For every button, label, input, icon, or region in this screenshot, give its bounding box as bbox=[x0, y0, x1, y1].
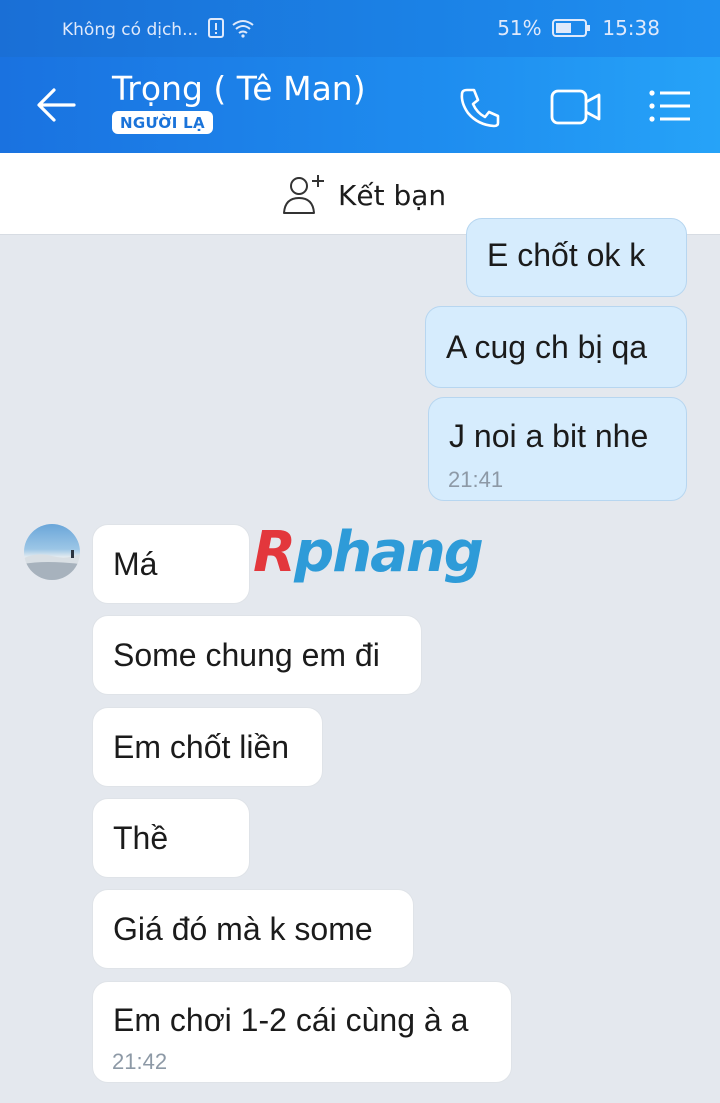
message-bubble-incoming[interactable]: Thề bbox=[92, 798, 250, 878]
battery-icon bbox=[552, 19, 590, 37]
add-friend-label: Kết bạn bbox=[338, 178, 447, 212]
add-friend-button[interactable]: Kết bạn bbox=[282, 173, 446, 217]
message-bubble-incoming[interactable]: Má bbox=[92, 524, 250, 604]
message-timestamp: 21:41 bbox=[448, 467, 504, 492]
message-bubble-incoming[interactable]: Giá đó mà k some bbox=[92, 889, 414, 969]
carrier-text: Không có dịch... bbox=[62, 20, 199, 40]
message-timestamp: 21:42 bbox=[112, 1049, 168, 1074]
clock: 15:38 bbox=[602, 16, 660, 40]
sim-alert-icon bbox=[207, 18, 224, 38]
landscape-photo bbox=[24, 550, 80, 580]
wifi-icon bbox=[232, 20, 254, 38]
watermark-logo: Rphang bbox=[253, 520, 484, 585]
contact-name[interactable]: Trọng ( Tê Man) bbox=[112, 69, 366, 108]
phone-icon[interactable] bbox=[458, 85, 502, 129]
status-bar: Không có dịch... 51% 15:38 bbox=[0, 0, 720, 57]
message-text: Em chơi 1-2 cái cùng à a bbox=[113, 1002, 469, 1038]
message-text: A cug ch bị qa bbox=[446, 328, 648, 365]
back-arrow-icon[interactable] bbox=[34, 85, 78, 125]
message-text: Giá đó mà k some bbox=[113, 910, 373, 947]
menu-list-icon[interactable] bbox=[648, 89, 692, 123]
message-bubble-incoming[interactable]: Some chung em đi bbox=[92, 615, 422, 695]
watermark-first-letter: R bbox=[253, 520, 296, 585]
message-bubble-outgoing[interactable]: E chốt ok k bbox=[466, 218, 687, 297]
watermark-rest: phang bbox=[294, 520, 484, 585]
message-text: Some chung em đi bbox=[113, 636, 380, 673]
chat-header: Trọng ( Tê Man) NGƯỜI LẠ bbox=[0, 57, 720, 153]
message-text: Thề bbox=[113, 819, 169, 856]
message-text: J noi a bit nhe bbox=[449, 418, 649, 454]
message-text: Má bbox=[113, 545, 158, 582]
add-friend-icon bbox=[283, 175, 324, 214]
contact-avatar[interactable] bbox=[24, 524, 80, 580]
battery-percent: 51% bbox=[497, 16, 542, 40]
message-text: E chốt ok k bbox=[487, 237, 646, 273]
message-bubble-incoming[interactable]: Em chốt liền bbox=[92, 707, 323, 787]
stranger-badge: NGƯỜI LẠ bbox=[112, 111, 213, 134]
status-right: 51% 15:38 bbox=[497, 16, 660, 40]
message-bubble-outgoing[interactable]: A cug ch bị qa bbox=[425, 306, 687, 388]
video-call-icon[interactable] bbox=[550, 87, 602, 127]
status-left: Không có dịch... bbox=[62, 18, 255, 40]
message-text: Em chốt liền bbox=[113, 728, 290, 765]
